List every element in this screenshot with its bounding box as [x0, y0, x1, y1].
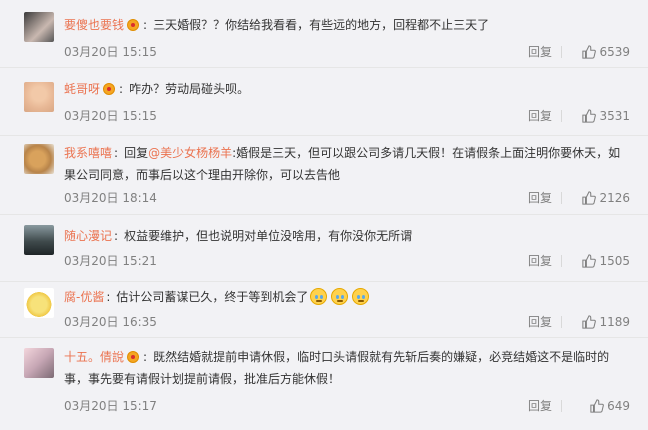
divider: [561, 192, 562, 204]
like-button[interactable]: 2126: [582, 188, 630, 208]
avatar[interactable]: [24, 225, 54, 255]
reply-button[interactable]: 回复: [528, 251, 552, 271]
reply-button[interactable]: 回复: [528, 106, 552, 126]
avatar[interactable]: [24, 348, 54, 378]
comment-username[interactable]: 我系嘻嘻: [64, 146, 112, 160]
crying-emoji-icon: [310, 288, 328, 305]
like-count: 6539: [599, 45, 630, 59]
comment-time: 03月20日 15:21: [64, 254, 157, 268]
comment-item: 随心漫记: 权益要维护，但也说明对单位没啥用，有你没你无所谓 03月20日 15:…: [0, 215, 648, 282]
comment-item: 十五。倩說: 既然结婚就提前申请休假，临时口头请假就有先斩后奏的嫌疑，必竞结婚这不…: [0, 338, 648, 430]
divider: [561, 255, 562, 267]
divider: [561, 316, 562, 328]
divider: [561, 46, 562, 58]
vip-badge-icon: [127, 351, 140, 363]
like-button[interactable]: 649: [590, 396, 630, 416]
thumbs-up-icon: [582, 254, 597, 268]
comment-body: 要傻也要钱: 三天婚假？？你结给我看看，有些远的地方，回程都不止三天了: [64, 18, 490, 32]
crying-emoji-icon: [352, 288, 370, 305]
comment-time: 03月20日 15:15: [64, 109, 157, 123]
like-button[interactable]: 3531: [582, 106, 630, 126]
comment-item: 要傻也要钱: 三天婚假？？你结给我看看，有些远的地方，回程都不止三天了 03月20…: [0, 0, 648, 68]
comment-username[interactable]: 十五。倩說: [64, 350, 124, 364]
comment-item: 蚝哥呀: 咋办？劳动局碰头呗。 03月20日 15:15 回复 3531: [0, 68, 648, 136]
comment-body: 蚝哥呀: 咋办？劳动局碰头呗。: [64, 82, 250, 96]
comment-meta: 03月20日 15:21 回复 1505: [64, 251, 630, 271]
vip-badge-icon: [103, 83, 116, 95]
divider: [561, 400, 562, 412]
comment-text: 咋办？劳动局碰头呗。: [129, 82, 250, 96]
reply-button[interactable]: 回复: [528, 396, 552, 416]
comment-item: 腐-优酱: 估计公司蓄谋已久，终于等到机会了 03月20日 16:35 回复 11…: [0, 282, 648, 338]
comment-username[interactable]: 要傻也要钱: [64, 18, 124, 32]
like-button[interactable]: 6539: [582, 42, 630, 62]
like-count: 3531: [599, 109, 630, 123]
comment-meta: 03月20日 15:17 回复 649: [64, 396, 630, 416]
avatar[interactable]: [24, 12, 54, 42]
thumbs-up-icon: [582, 45, 597, 59]
comment-body: 我系嘻嘻: 回复@美少女杨杨羊:婚假是三天，但可以跟公司多请几天假！在请假条上面注…: [64, 146, 621, 182]
comment-time: 03月20日 16:35: [64, 315, 157, 329]
thumbs-up-icon: [582, 109, 597, 123]
comment-time: 03月20日 15:15: [64, 45, 157, 59]
avatar[interactable]: [24, 288, 54, 318]
comment-text: 三天婚假？？你结给我看看，有些远的地方，回程都不止三天了: [153, 18, 490, 32]
reply-button[interactable]: 回复: [528, 312, 552, 332]
comment-username[interactable]: 腐-优酱: [64, 290, 104, 304]
thumbs-up-icon: [582, 315, 597, 329]
vip-badge-icon: [127, 19, 140, 31]
comment-meta: 03月20日 15:15 回复 6539: [64, 42, 630, 62]
comment-body: 随心漫记: 权益要维护，但也说明对单位没啥用，有你没你无所谓: [64, 229, 413, 243]
thumbs-up-icon: [590, 399, 604, 413]
like-count: 2126: [599, 191, 630, 205]
comment-time: 03月20日 15:17: [64, 399, 157, 413]
comment-body: 腐-优酱: 估计公司蓄谋已久，终于等到机会了: [64, 286, 630, 308]
reply-prefix: 回复: [124, 146, 149, 160]
comment-meta: 03月20日 16:35 回复 1189: [64, 312, 630, 332]
comment-body: 十五。倩說: 既然结婚就提前申请休假，临时口头请假就有先斩后奏的嫌疑，必竞结婚这不…: [64, 350, 610, 386]
divider: [561, 110, 562, 122]
reply-button[interactable]: 回复: [528, 188, 552, 208]
mention-link[interactable]: @美少女杨杨羊: [148, 146, 232, 160]
like-count: 1505: [599, 254, 630, 268]
comment-time: 03月20日 18:14: [64, 191, 157, 205]
like-count: 649: [607, 399, 630, 413]
comment-meta: 03月20日 18:14 回复 2126: [64, 188, 630, 208]
avatar[interactable]: [24, 144, 54, 174]
comment-text: 权益要维护，但也说明对单位没啥用，有你没你无所谓: [124, 229, 413, 243]
comment-feed: 要傻也要钱: 三天婚假？？你结给我看看，有些远的地方，回程都不止三天了 03月20…: [0, 0, 648, 430]
like-button[interactable]: 1505: [582, 251, 630, 271]
reply-button[interactable]: 回复: [528, 42, 552, 62]
crying-emoji-icon: [331, 288, 349, 305]
comment-text: 估计公司蓄谋已久，终于等到机会了: [116, 290, 309, 304]
thumbs-up-icon: [582, 191, 597, 205]
comment-username[interactable]: 随心漫记: [64, 229, 112, 243]
avatar[interactable]: [24, 82, 54, 112]
comment-username[interactable]: 蚝哥呀: [64, 82, 100, 96]
comment-item: 我系嘻嘻: 回复@美少女杨杨羊:婚假是三天，但可以跟公司多请几天假！在请假条上面注…: [0, 136, 648, 215]
like-count: 1189: [599, 315, 630, 329]
comment-meta: 03月20日 15:15 回复 3531: [64, 106, 630, 126]
like-button[interactable]: 1189: [582, 312, 630, 332]
